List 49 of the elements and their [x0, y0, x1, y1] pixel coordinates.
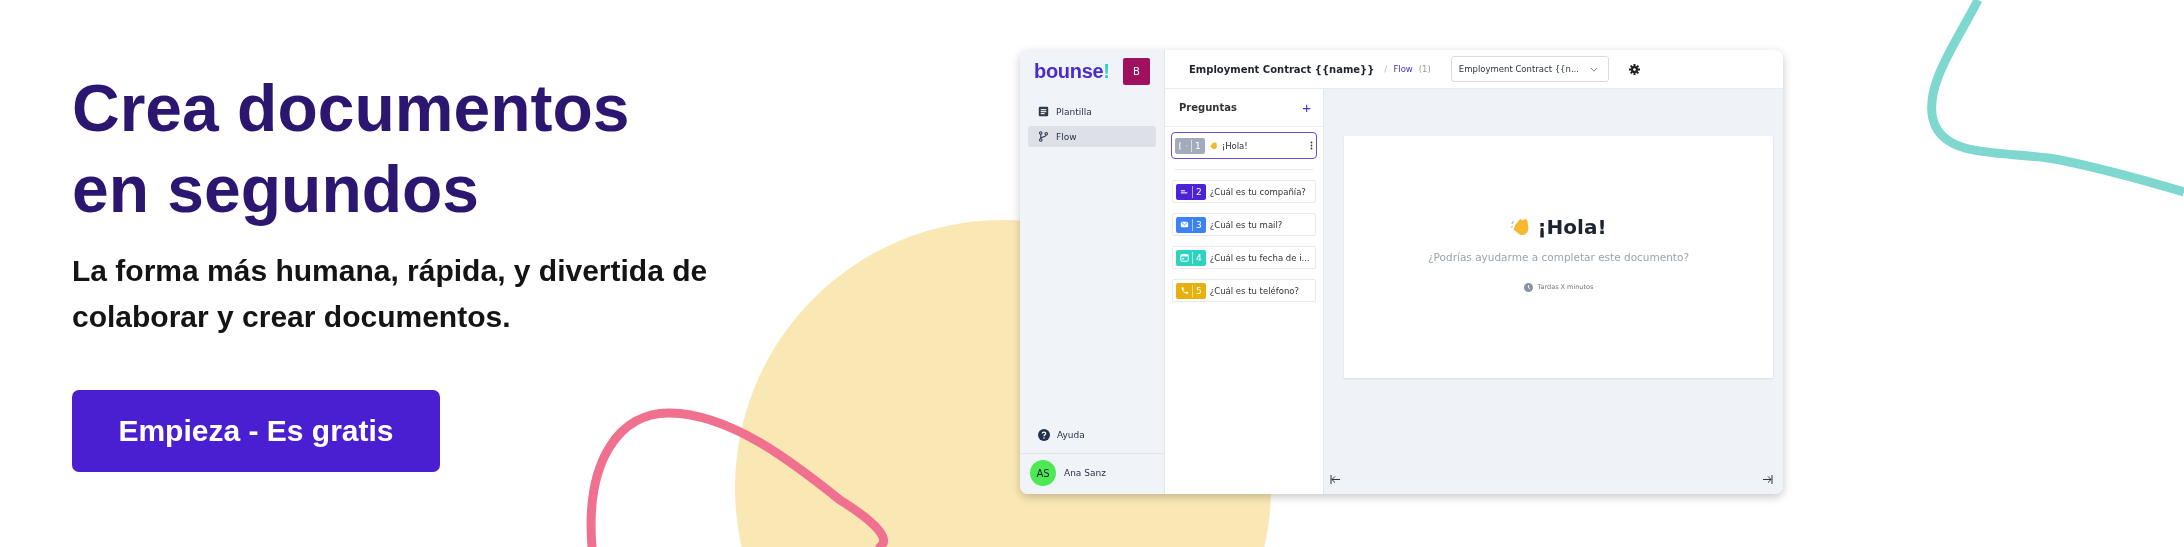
question-badge: 4 — [1176, 249, 1206, 266]
subtitle: La forma más humana, rápida, y divertida de colaborar y crear documentos. — [72, 253, 709, 335]
waving-hand-icon — [1208, 141, 1218, 150]
question-badge: 3 — [1176, 216, 1206, 233]
phone-icon — [1180, 286, 1189, 295]
bracket-icon — [1179, 141, 1188, 150]
question-text: ¿Cuál es tu teléfono? — [1209, 285, 1301, 296]
clock-icon — [1523, 282, 1533, 292]
collapse-right-icon — [1762, 475, 1773, 484]
question-badge: 2 — [1176, 183, 1206, 200]
preview-subtitle: ¿Podrías ayudarme a completar este documento? — [1428, 250, 1689, 263]
envelope-icon — [1180, 220, 1189, 229]
preview-heading: ¡Hola! — [1537, 214, 1607, 239]
workspace-avatar[interactable]: B — [1123, 57, 1150, 85]
logo: bounse! — [1034, 59, 1110, 83]
question-item[interactable]: 2 ¿Cuál es tu compañía? — [1172, 180, 1316, 203]
panel-title: Preguntas — [1179, 102, 1237, 113]
more-options-icon — [1310, 141, 1313, 150]
question-text: ¿Cuál es tu mail? — [1209, 219, 1284, 230]
question-text: ¡Hola! — [1221, 140, 1249, 151]
question-text: ¿Cuál es tu fecha de i... — [1209, 252, 1311, 263]
document-icon — [1038, 106, 1049, 117]
breadcrumb-separator: / — [1384, 64, 1388, 74]
breadcrumb-link[interactable]: Flow — [1393, 64, 1413, 74]
question-badge: 5 — [1176, 282, 1206, 299]
document-title: Employment Contract {{name}} — [1189, 63, 1375, 75]
text-lines-icon — [1180, 187, 1189, 196]
help-icon — [1038, 429, 1050, 441]
count-label: (1) — [1418, 64, 1431, 74]
calendar-icon — [1180, 253, 1189, 262]
cta-button[interactable]: Empieza - Es gratis — [72, 390, 440, 472]
question-item[interactable]: 1 ¡Hola! — [1171, 132, 1317, 159]
collapse-left-icon — [1330, 475, 1341, 484]
help-link[interactable]: Ayuda — [1020, 429, 1164, 453]
branch-icon — [1038, 131, 1049, 142]
question-badge: 1 — [1175, 137, 1205, 154]
question-item[interactable]: 3 ¿Cuál es tu mail? — [1172, 213, 1316, 236]
settings-icon — [1628, 63, 1640, 75]
add-button[interactable]: + — [1302, 99, 1311, 116]
document-dropdown[interactable]: Employment Contract {{n... — [1450, 56, 1609, 82]
chevron-down-icon — [1589, 66, 1598, 72]
user-name: Ana Sanz — [1064, 468, 1106, 478]
nav-item[interactable]: Flow — [1028, 126, 1156, 147]
headline: Crea documentos en segundos — [72, 70, 631, 228]
question-item[interactable]: 4 ¿Cuál es tu fecha de i... — [1172, 246, 1316, 269]
question-text: ¿Cuál es tu compañía? — [1209, 186, 1307, 197]
nav-item[interactable]: Plantilla — [1028, 101, 1156, 122]
question-item[interactable]: 5 ¿Cuál es tu teléfono? — [1172, 279, 1316, 302]
user-avatar: AS — [1030, 460, 1056, 486]
